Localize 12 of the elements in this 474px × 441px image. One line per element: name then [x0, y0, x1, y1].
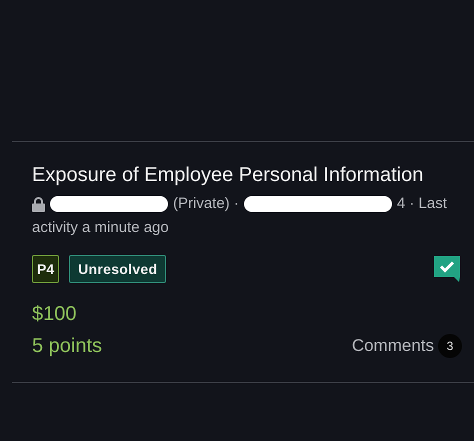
- report-title: Exposure of Employee Personal Information: [32, 163, 424, 188]
- points-text: 5 points: [32, 334, 102, 358]
- comments-link[interactable]: Comments: [352, 336, 434, 356]
- check-comment-icon: [432, 254, 462, 283]
- priority-badge: P4: [32, 254, 60, 282]
- bounty-amount: $100: [32, 303, 78, 326]
- meta-text: 4 · Last: [396, 194, 447, 214]
- lock-icon: [32, 196, 45, 212]
- status-badge: Unresolved: [69, 254, 166, 282]
- comments-count: 3: [438, 334, 462, 358]
- meta-text: (Private) ·: [173, 194, 239, 214]
- meta-text: activity a minute ago: [32, 218, 169, 238]
